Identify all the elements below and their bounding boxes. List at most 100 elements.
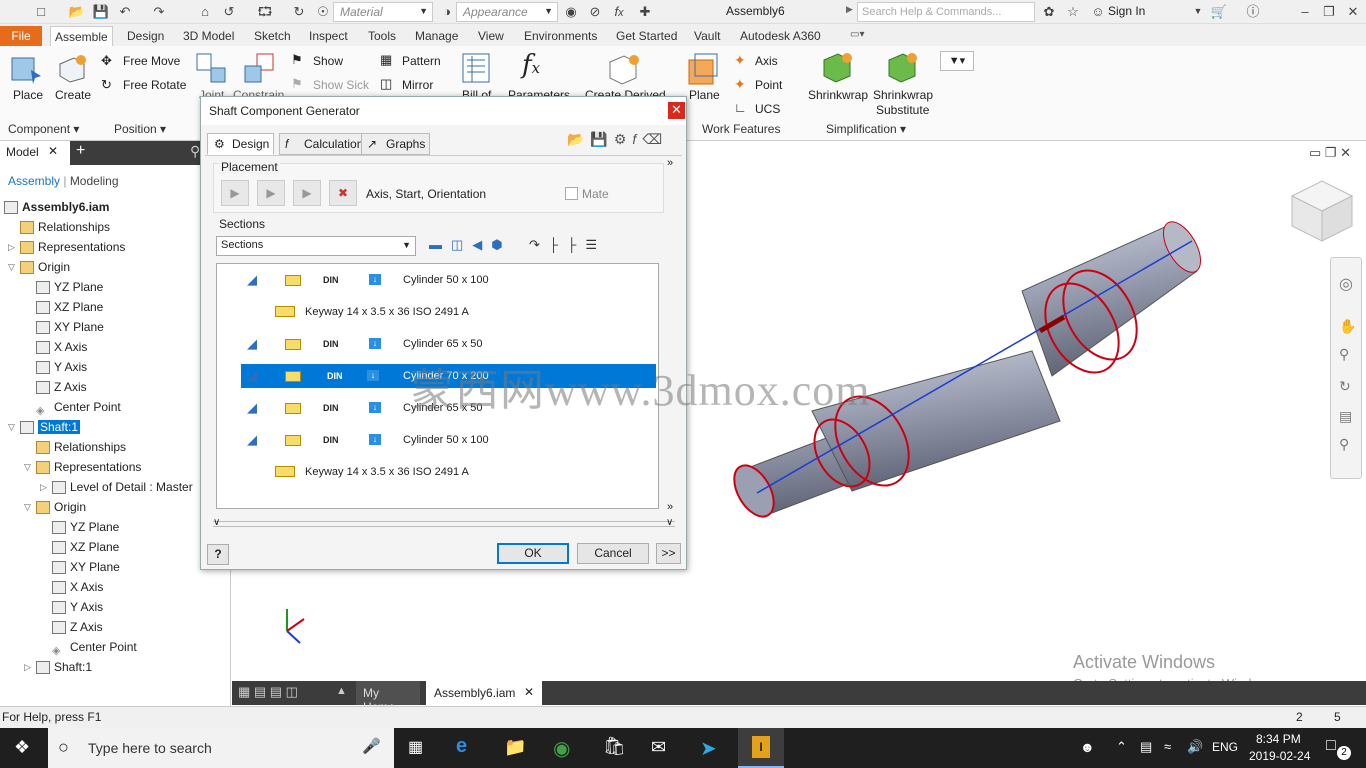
tray-chevron-icon[interactable]: ⌃ xyxy=(1116,739,1127,755)
section-row[interactable]: ◢ DIN ↓ Cylinder 50 x 100 xyxy=(217,428,658,452)
material-dropdown[interactable]: Material ▼ xyxy=(333,2,433,22)
joint-icon[interactable] xyxy=(195,52,229,86)
appearance-dropdown[interactable]: Appearance ▼ xyxy=(456,2,558,22)
tree-item[interactable]: Y Axis xyxy=(36,357,87,377)
tab-view[interactable]: View xyxy=(474,26,508,46)
axis-select-button[interactable]: ▶ xyxy=(221,180,249,206)
tab-vault[interactable]: Vault xyxy=(690,26,724,46)
open-icon[interactable]: 📂 xyxy=(68,3,86,20)
tree-item[interactable]: ▷ Level of Detail : Master xyxy=(40,477,193,497)
collapse-right-icon[interactable]: » xyxy=(667,157,673,169)
network-icon[interactable]: ▤ xyxy=(1140,739,1152,755)
mate-checkbox[interactable] xyxy=(565,187,578,200)
tree-item[interactable]: ▷ Shaft:1 xyxy=(24,657,92,677)
scroll-right-icon[interactable]: » xyxy=(667,501,673,513)
end-feature-icon[interactable]: DIN xyxy=(323,396,339,420)
tab-manage[interactable]: Manage xyxy=(411,26,462,46)
orientation-select-button[interactable]: ▶ xyxy=(293,180,321,206)
constrain-icon[interactable] xyxy=(243,52,277,86)
place-button[interactable]: Place xyxy=(13,88,43,102)
fx-icon[interactable]: fx xyxy=(610,3,628,20)
keyway-row[interactable]: Keyway 14 x 3.5 x 36 ISO 2491 A xyxy=(217,300,658,324)
language-indicator[interactable]: ENG xyxy=(1212,740,1238,754)
tree-expander-icon[interactable]: ▽ xyxy=(8,257,15,277)
free-move-button[interactable]: Free Move xyxy=(123,54,180,68)
tree-item[interactable]: ▽ Representations xyxy=(24,457,141,477)
sign-in-link[interactable]: Sign In xyxy=(1108,4,1145,18)
end-feature-icon[interactable]: DIN xyxy=(323,268,339,292)
tab-design[interactable]: Design xyxy=(123,26,168,46)
ucs-button[interactable]: UCS xyxy=(755,102,780,116)
help-icon[interactable]: ⓘ xyxy=(1244,3,1262,20)
clear-icon[interactable]: ⊘ xyxy=(586,3,604,20)
tree-item[interactable]: Y Axis xyxy=(52,597,103,617)
select-icon[interactable]: ⮔ xyxy=(256,3,274,20)
clock-time[interactable]: 8:34 PM xyxy=(1256,732,1301,746)
notification-icon[interactable]: □ xyxy=(1326,737,1336,755)
ribbon-options-icon[interactable]: ▭▾ xyxy=(850,29,864,40)
cancel-button[interactable]: Cancel xyxy=(577,543,649,564)
chevron-down-icon[interactable]: ▼ xyxy=(1189,3,1207,20)
plane-button[interactable]: Plane xyxy=(689,88,720,102)
tree-item[interactable]: Relationships xyxy=(36,437,126,457)
plane-icon[interactable] xyxy=(687,52,721,86)
cart-icon[interactable]: 🛒 xyxy=(1210,3,1228,20)
tree-item[interactable]: Z Axis xyxy=(52,617,103,637)
ok-button[interactable]: OK xyxy=(497,543,569,564)
tab-calculation[interactable]: f Calculation xyxy=(279,133,369,155)
tree-expander-icon[interactable]: ▷ xyxy=(40,477,47,497)
binoculars-icon[interactable]: ✿ xyxy=(1040,3,1058,20)
globe-icon[interactable]: ☉ xyxy=(314,3,332,20)
inventor-taskbar-button[interactable]: I xyxy=(738,728,784,768)
tree-item[interactable]: YZ Plane xyxy=(52,517,119,537)
return-icon[interactable]: ↺ xyxy=(220,3,238,20)
add-tab-icon[interactable]: + xyxy=(76,142,85,160)
tree-expander-icon[interactable]: ▷ xyxy=(8,237,15,257)
task-view-icon[interactable]: ▦ xyxy=(408,737,423,757)
section-row[interactable]: ◢ DIN ↓ Cylinder 50 x 100 xyxy=(217,268,658,292)
tab-tools[interactable]: Tools xyxy=(364,26,400,46)
section-type-icon[interactable] xyxy=(285,403,301,414)
tab-environments[interactable]: Environments xyxy=(520,26,601,46)
scroll-up-icon[interactable]: ▲ xyxy=(336,685,347,697)
tab-inspect[interactable]: Inspect xyxy=(305,26,352,46)
pan-icon[interactable]: ✋ xyxy=(1339,318,1356,335)
splitter[interactable] xyxy=(213,521,675,527)
start-select-button[interactable]: ▶ xyxy=(257,180,285,206)
star-icon[interactable]: ☆ xyxy=(1064,3,1082,20)
section-edit-icons[interactable]: ↷├├☰ xyxy=(529,237,606,253)
tab-get-started[interactable]: Get Started xyxy=(612,26,681,46)
show-sick-button[interactable]: Show Sick xyxy=(313,78,369,92)
shrinkwrap-substitute-icon[interactable] xyxy=(885,50,919,84)
tree-item[interactable]: YZ Plane xyxy=(36,277,103,297)
tab-design-dialog[interactable]: ⚙ Design xyxy=(207,133,275,155)
store-icon[interactable]: 🛍 xyxy=(603,736,626,757)
save-icon[interactable]: 💾 xyxy=(92,3,110,20)
sections-dropdown[interactable]: Sections ▼ xyxy=(216,236,416,256)
end-feature-icon[interactable]: DIN xyxy=(323,332,339,356)
zoom-all-icon[interactable]: ⚲ xyxy=(1339,436,1349,453)
tree-item[interactable]: ▽ Origin xyxy=(8,257,70,277)
tree-item[interactable]: XY Plane xyxy=(36,317,104,337)
dialog-close-button[interactable]: ✕ xyxy=(668,102,685,119)
ribbon-customize-button[interactable]: ▼▾ xyxy=(940,51,974,71)
section-type-icon[interactable] xyxy=(285,371,301,382)
search-arrow-icon[interactable]: ▶ xyxy=(846,4,853,15)
mail-icon[interactable]: ✉ xyxy=(651,737,666,758)
chrome-icon[interactable]: ◉ xyxy=(553,736,570,761)
start-feature-icon[interactable]: ◢ xyxy=(247,396,257,420)
user-icon[interactable]: ☺ xyxy=(1089,3,1107,20)
search-input[interactable]: Search Help & Commands... xyxy=(857,2,1035,22)
tab-graphs[interactable]: ↗ Graphs xyxy=(361,133,431,155)
section-row[interactable]: ◢ DIN ↓ Cylinder 65 x 50 xyxy=(217,332,658,356)
clock-date[interactable]: 2019-02-24 xyxy=(1249,749,1310,763)
zoom-icon[interactable]: ⚲ xyxy=(1339,346,1349,363)
shrinkwrap-substitute-button[interactable]: Shrinkwrap xyxy=(873,88,933,102)
windows-start-icon[interactable]: ❖ xyxy=(14,737,30,758)
section-type-icon[interactable] xyxy=(285,435,301,446)
update-icon[interactable]: ↻ xyxy=(290,3,308,20)
tree-expander-icon[interactable]: ▽ xyxy=(24,497,31,517)
orbit-icon[interactable]: ↻ xyxy=(1339,378,1351,395)
edge-icon[interactable]: e xyxy=(456,735,467,758)
redo-icon[interactable]: ↷ xyxy=(150,3,168,20)
